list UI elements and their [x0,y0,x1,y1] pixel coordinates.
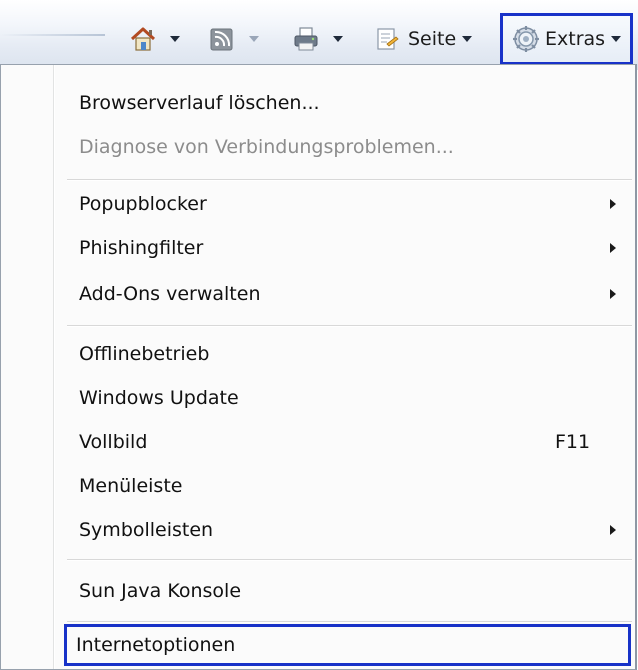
menu-item-windows-update[interactable]: Windows Update [67,376,632,420]
page-dropdown-arrow[interactable] [462,36,473,42]
menu-item-fullscreen[interactable]: Vollbild F11 [67,420,632,464]
menu-separator [67,621,632,623]
menu-item-label: Internetoptionen [76,634,236,656]
menu-item-label: Browserverlauf löschen... [79,92,320,114]
menu-item-label: Offlinebetrieb [79,343,210,365]
menu-gutter-highlight [54,65,55,669]
menu-item-label: Add-Ons verwalten [79,283,261,305]
menu-item-diagnose-connection: Diagnose von Verbindungsproblemen... [67,125,632,169]
menu-item-internet-options[interactable]: Internetoptionen [64,624,631,666]
menu-item-clear-history[interactable]: Browserverlauf löschen... [67,81,632,125]
menu-item-label: Windows Update [79,387,239,409]
gear-icon [513,26,539,52]
home-button[interactable] [128,22,180,56]
print-button[interactable] [291,22,343,56]
page-menu-button[interactable]: Seite [372,22,473,56]
command-bar: Seite Extras [0,0,638,70]
menu-item-phishing-filter[interactable]: Phishingfilter [67,226,632,270]
feeds-dropdown-arrow[interactable] [249,36,259,42]
menu-item-toolbars[interactable]: Symbolleisten [67,508,632,552]
submenu-arrow-icon [610,289,616,299]
print-dropdown-arrow[interactable] [333,36,343,42]
submenu-arrow-icon [610,199,616,209]
feeds-icon [210,28,233,51]
print-icon [294,27,318,51]
home-icon [130,27,156,51]
menu-separator [67,559,632,561]
menu-item-manage-addons[interactable]: Add-Ons verwalten [67,272,632,316]
submenu-arrow-icon [610,525,616,535]
extras-dropdown-arrow[interactable] [611,36,622,42]
home-dropdown-arrow[interactable] [170,36,180,42]
shortcut-label: F11 [555,431,591,453]
feeds-button[interactable] [207,22,259,56]
menu-separator [67,325,632,327]
page-icon [377,28,399,50]
menu-item-label: Diagnose von Verbindungsproblemen... [79,136,454,158]
extras-dropdown-menu: Browserverlauf löschen... Diagnose von V… [0,64,637,670]
menu-item-label: Symbolleisten [79,519,214,541]
menu-item-label: Sun Java Konsole [79,580,242,602]
toolbar-divider [0,34,105,36]
submenu-arrow-icon [610,243,616,253]
menu-item-label: Phishingfilter [79,237,204,259]
menu-item-label: Menüleiste [79,475,183,497]
page-menu-label: Seite [408,28,457,50]
extras-menu-label: Extras [545,28,606,50]
extras-menu-button[interactable]: Extras [500,13,633,65]
menu-item-label: Vollbild [79,431,148,453]
menu-separator [67,179,632,181]
menu-item-menubar[interactable]: Menüleiste [67,464,632,508]
menu-item-java-console[interactable]: Sun Java Konsole [67,569,632,613]
menu-item-popup-blocker[interactable]: Popupblocker [67,182,632,226]
menu-item-offline[interactable]: Offlinebetrieb [67,332,632,376]
menu-item-label: Popupblocker [79,193,207,215]
